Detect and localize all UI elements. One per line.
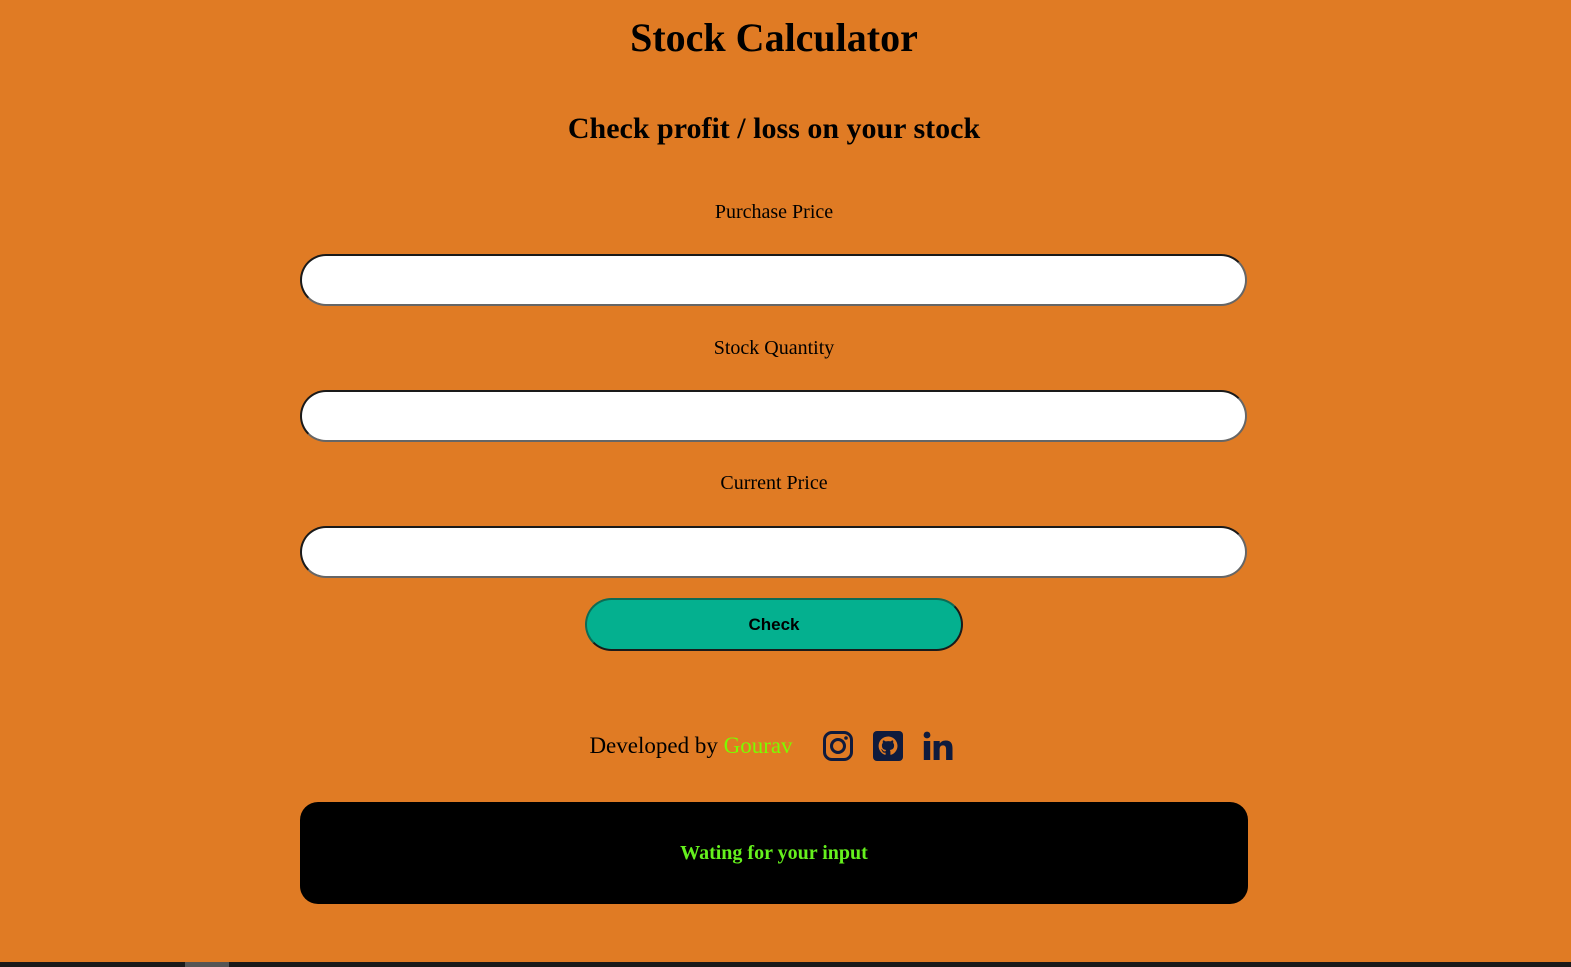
- current-price-input[interactable]: [300, 526, 1247, 578]
- check-button[interactable]: Check: [585, 598, 963, 651]
- stock-quantity-label: Stock Quantity: [713, 337, 835, 359]
- current-price-label: Current Price: [720, 472, 828, 494]
- purchase-price-input[interactable]: [300, 254, 1247, 306]
- developer-name-link[interactable]: Gourav: [724, 733, 793, 758]
- page-title: Stock Calculator: [630, 15, 918, 60]
- github-icon[interactable]: [872, 730, 904, 762]
- horizontal-scrollbar[interactable]: [0, 962, 1571, 967]
- output-panel: Wating for your input: [300, 802, 1248, 904]
- instagram-icon[interactable]: [822, 730, 854, 762]
- page-subtitle: Check profit / loss on your stock: [567, 112, 981, 145]
- linkedin-icon[interactable]: [922, 730, 954, 762]
- scrollbar-thumb[interactable]: [185, 962, 229, 967]
- footer: Developed by Gourav: [0, 726, 1548, 766]
- stock-quantity-input[interactable]: [300, 390, 1247, 442]
- purchase-price-label: Purchase Price: [714, 201, 834, 223]
- output-message: Wating for your input: [680, 841, 868, 864]
- developed-by-text: Developed by Gourav: [589, 733, 792, 759]
- developed-by-label: Developed by: [589, 733, 718, 758]
